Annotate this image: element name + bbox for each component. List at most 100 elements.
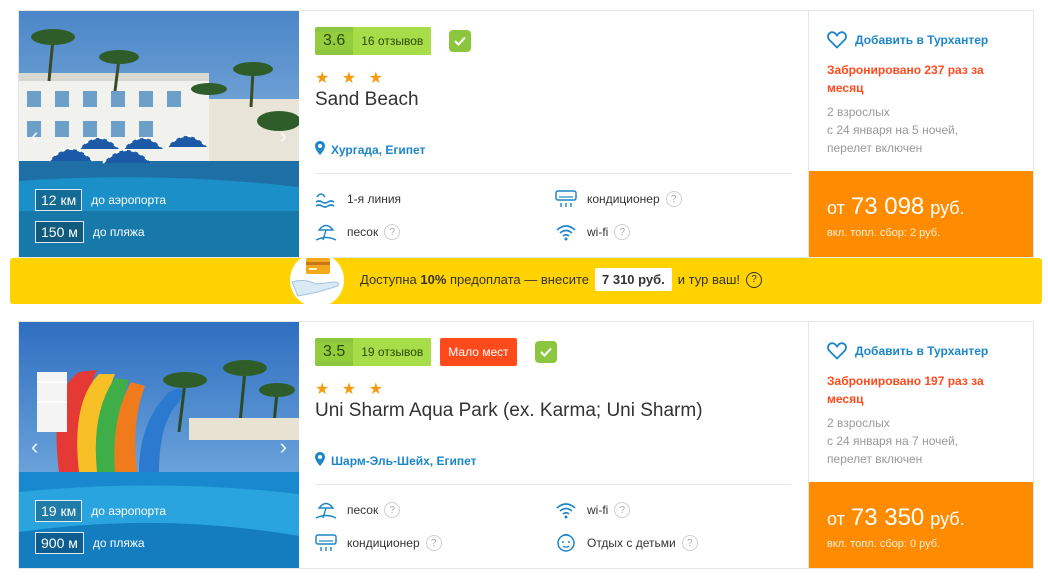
- beach-line-icon: [315, 189, 339, 209]
- heart-outline-icon: [827, 342, 847, 360]
- price-button[interactable]: от 73 350 руб. вкл. топл. сбор: 0 руб.: [809, 482, 1033, 568]
- divider: [315, 484, 791, 485]
- tour-details: 2 взрослых с 24 января на 7 ночей, перел…: [827, 414, 1027, 468]
- help-icon[interactable]: ?: [614, 502, 631, 518]
- wifi-icon: [555, 222, 579, 242]
- rating-badge[interactable]: 3.6 16 отзывов: [315, 27, 432, 55]
- reviews-count[interactable]: 19 отзывов: [353, 338, 432, 366]
- help-icon[interactable]: ?: [384, 502, 401, 518]
- hotel-info: 3.6 16 отзывов ★ ★ ★ Sand Beach Хургада,…: [299, 11, 807, 257]
- add-to-favorites-label[interactable]: Добавить в Турхантер: [855, 33, 988, 47]
- price-button[interactable]: от 73 098 руб. вкл. топл. сбор: 2 руб.: [809, 171, 1033, 257]
- tour-guests: 2 взрослых: [827, 416, 890, 430]
- prepayment-amount: 7 310 руб.: [595, 268, 672, 291]
- rating-score: 3.5: [315, 343, 354, 361]
- prepayment-pre: Доступна: [360, 272, 417, 287]
- price-panel: Добавить в Турхантер Забронировано 237 р…: [808, 11, 1033, 257]
- airport-distance-value: 12 км: [35, 189, 83, 211]
- prepayment-text: Доступна 10% предоплата — внесите 7 310 …: [360, 268, 762, 291]
- prepayment-post: и тур ваш!: [677, 272, 740, 287]
- hotel-location[interactable]: Шарм-Эль-Шейх, Египет: [315, 452, 476, 469]
- help-icon[interactable]: ?: [746, 271, 762, 288]
- add-to-favorites-button[interactable]: Добавить в Турхантер: [827, 342, 988, 360]
- price-currency: руб.: [930, 509, 965, 529]
- beach-distance-value: 900 м: [35, 532, 84, 554]
- sand-beach-icon: [315, 222, 339, 242]
- hotel-card[interactable]: ‹ › 12 км до аэропорта 150 м до пляжа 3.…: [18, 10, 1034, 258]
- hotel-photo[interactable]: ‹ › 19 км до аэропорта 900 м до пляжа: [19, 322, 299, 568]
- check-icon: [449, 30, 472, 52]
- feature-item: 1-я линия: [315, 189, 401, 209]
- feature-label: песок: [347, 503, 379, 517]
- feature-label: кондиционер: [587, 192, 660, 206]
- air-conditioner-icon: [315, 533, 339, 553]
- add-to-favorites-label[interactable]: Добавить в Турхантер: [855, 344, 988, 358]
- tour-guests: 2 взрослых: [827, 105, 890, 119]
- hotel-info: 3.5 19 отзывов Мало мест ★ ★ ★ Uni Sharm…: [299, 322, 807, 568]
- airport-distance-value: 19 км: [35, 500, 83, 522]
- photo-next-arrow[interactable]: ›: [280, 123, 287, 149]
- feature-label: песок: [347, 225, 379, 239]
- airport-distance: 19 км до аэропорта: [35, 500, 166, 522]
- feature-item: кондиционер ?: [555, 189, 682, 209]
- price-amount: 73 350: [850, 504, 925, 531]
- add-to-favorites-button[interactable]: Добавить в Турхантер: [827, 31, 988, 49]
- prepayment-banner: Доступна 10% предоплата — внесите 7 310 …: [10, 253, 1042, 306]
- location-pin-icon: [315, 452, 325, 469]
- bookings-count: Забронировано 237 раз за месяц: [827, 63, 984, 95]
- hotel-photo[interactable]: ‹ › 12 км до аэропорта 150 м до пляжа: [19, 11, 299, 257]
- beach-distance-label: до пляжа: [92, 536, 145, 550]
- feature-item: wi-fi ?: [555, 500, 631, 520]
- price-amount: 73 098: [850, 193, 925, 220]
- tour-flight: перелет включен: [827, 141, 923, 155]
- feature-label: 1-я линия: [347, 192, 402, 206]
- help-icon[interactable]: ?: [384, 224, 401, 240]
- prepayment-percent: 10%: [420, 272, 447, 287]
- hand-with-card-icon: [290, 253, 344, 306]
- beach-distance-label: до пляжа: [92, 225, 145, 239]
- beach-distance-value: 150 м: [35, 221, 84, 243]
- tour-details: 2 взрослых с 24 января на 5 ночей, перел…: [827, 103, 1027, 157]
- prepayment-mid: предоплата — внесите: [450, 272, 589, 287]
- price-currency: руб.: [930, 198, 965, 218]
- reviews-count[interactable]: 16 отзывов: [353, 27, 432, 55]
- photo-prev-arrow[interactable]: ‹: [31, 434, 38, 460]
- photo-next-arrow[interactable]: ›: [280, 434, 287, 460]
- photo-prev-arrow[interactable]: ‹: [31, 123, 38, 149]
- help-icon[interactable]: ?: [681, 535, 698, 551]
- tour-dates: с 24 января на 7 ночей,: [827, 434, 959, 448]
- feature-item: песок ?: [315, 222, 401, 242]
- check-icon: [534, 341, 557, 363]
- feature-item: кондиционер ?: [315, 533, 442, 553]
- help-icon[interactable]: ?: [425, 535, 442, 551]
- help-icon[interactable]: ?: [614, 224, 631, 240]
- tour-dates: с 24 января на 5 ночей,: [827, 123, 959, 137]
- beach-distance: 900 м до пляжа: [35, 532, 145, 554]
- sand-beach-icon: [315, 500, 339, 520]
- few-seats-badge: Мало мест: [440, 338, 517, 366]
- rating-badge[interactable]: 3.5 19 отзывов: [315, 338, 432, 366]
- price-panel: Добавить в Турхантер Забронировано 197 р…: [808, 322, 1033, 568]
- location-pin-icon: [315, 141, 325, 158]
- hotel-name[interactable]: Sand Beach: [315, 89, 419, 111]
- kids-icon: [555, 533, 579, 553]
- airport-distance-label: до аэропорта: [91, 193, 166, 207]
- price-fee: вкл. топл. сбор: 0 руб.: [827, 538, 941, 550]
- hotel-location[interactable]: Хургада, Египет: [315, 141, 425, 158]
- star-rating: ★ ★ ★: [315, 70, 387, 87]
- hotel-name[interactable]: Uni Sharm Aqua Park (ex. Karma; Uni Shar…: [315, 400, 703, 422]
- location-text[interactable]: Шарм-Эль-Шейх, Египет: [331, 454, 476, 468]
- air-conditioner-icon: [555, 189, 579, 209]
- feature-label: wi-fi: [587, 503, 609, 517]
- wifi-icon: [555, 500, 579, 520]
- heart-outline-icon: [827, 31, 847, 49]
- beach-distance: 150 м до пляжа: [35, 221, 145, 243]
- rating-score: 3.6: [315, 32, 354, 50]
- bookings-count: Забронировано 197 раз за месяц: [827, 374, 984, 406]
- feature-label: wi-fi: [587, 225, 609, 239]
- feature-item: Отдых с детьми ?: [555, 533, 698, 553]
- location-text[interactable]: Хургада, Египет: [331, 143, 425, 157]
- hotel-card[interactable]: ‹ › 19 км до аэропорта 900 м до пляжа 3.…: [18, 321, 1034, 569]
- help-icon[interactable]: ?: [665, 191, 682, 207]
- tour-flight: перелет включен: [827, 452, 923, 466]
